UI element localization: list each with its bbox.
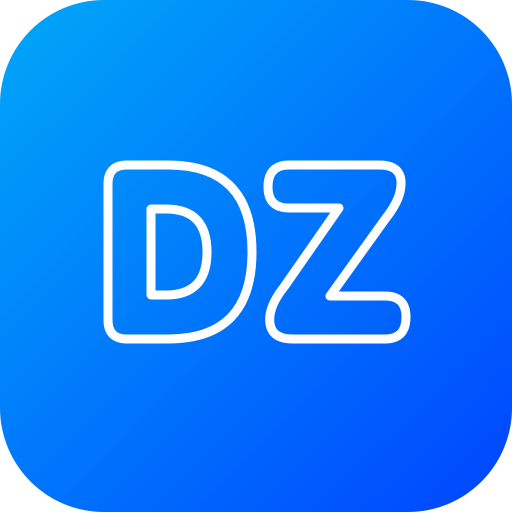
dz-app-icon: DZ: [0, 0, 512, 512]
dz-icon-graphic: [0, 0, 512, 512]
